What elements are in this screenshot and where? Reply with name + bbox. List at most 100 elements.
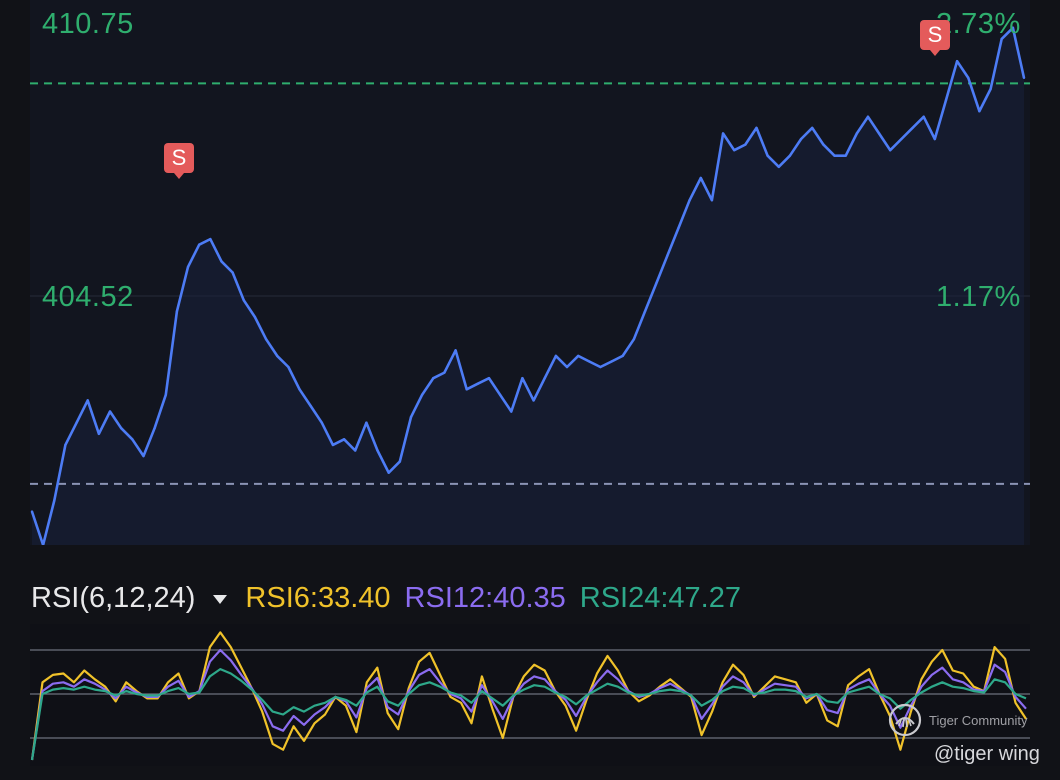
price-point <box>877 132 881 135</box>
price-point <box>465 388 468 391</box>
price-point <box>298 388 301 391</box>
price-chart-canvas[interactable] <box>30 0 1030 545</box>
price-point <box>487 376 491 380</box>
rsi6-value: RSI6:33.40 <box>245 581 391 614</box>
price-point <box>175 310 179 313</box>
price-point <box>119 427 123 430</box>
sell-signal-marker[interactable]: S <box>164 143 194 179</box>
rsi24-value: RSI24:47.27 <box>579 581 741 614</box>
price-point <box>276 354 279 358</box>
price-point <box>253 315 257 319</box>
price-point <box>532 399 535 402</box>
price-point <box>922 115 925 118</box>
price-chart[interactable] <box>30 0 1030 545</box>
price-point <box>654 282 658 285</box>
price-point <box>632 338 636 341</box>
price-point <box>197 243 201 246</box>
user-handle: @tiger wing <box>934 743 1040 765</box>
price-label-mid: 404.52 <box>42 281 134 313</box>
price-point <box>811 126 814 130</box>
price-point <box>677 226 680 230</box>
price-point <box>387 471 390 474</box>
price-point <box>666 254 669 258</box>
price-point <box>164 393 167 397</box>
price-point <box>75 421 78 424</box>
price-point <box>643 310 647 313</box>
rsi12-value: RSI12:40.35 <box>404 581 566 614</box>
price-point <box>153 427 156 430</box>
price-point <box>967 76 970 80</box>
price-point <box>621 354 624 358</box>
price-point <box>766 154 769 157</box>
price-label-top: 410.75 <box>42 8 134 40</box>
watermark: Tiger Community <box>887 702 1027 738</box>
price-point <box>231 271 234 274</box>
price-point <box>220 260 223 263</box>
price-point <box>476 382 480 385</box>
price-point <box>777 165 780 169</box>
price-point <box>242 299 245 302</box>
pct-label-mid: 1.17% <box>936 281 1021 313</box>
price-point <box>989 87 992 91</box>
price-point <box>554 354 558 358</box>
price-point <box>588 360 591 363</box>
sell-signal-marker[interactable]: S <box>920 20 950 56</box>
price-point <box>443 371 446 374</box>
price-point <box>889 148 892 152</box>
tiger-community-logo-icon <box>888 703 922 737</box>
price-point <box>911 126 914 130</box>
price-point <box>744 143 747 146</box>
price-point <box>844 154 847 157</box>
price-point <box>699 176 702 180</box>
price-point <box>688 199 691 202</box>
price-point <box>309 404 312 408</box>
price-point <box>733 148 736 152</box>
price-point <box>264 338 268 341</box>
price-point <box>354 449 357 452</box>
price-point <box>30 510 34 513</box>
price-point <box>833 154 836 157</box>
rsi-chart[interactable] <box>30 624 1030 766</box>
price-point <box>498 393 502 397</box>
price-point <box>108 410 112 413</box>
price-point <box>955 59 959 63</box>
price-point <box>398 460 402 463</box>
price-point <box>978 110 981 113</box>
price-point <box>944 98 948 102</box>
price-point <box>320 421 323 424</box>
price-point <box>788 154 792 157</box>
price-point <box>454 349 457 352</box>
price-point <box>53 499 56 502</box>
rsi-chart-canvas[interactable] <box>30 624 1030 766</box>
price-point <box>1022 76 1026 80</box>
price-point <box>855 132 859 135</box>
price-point <box>97 432 101 435</box>
dropdown-caret-icon[interactable] <box>213 594 228 604</box>
price-point <box>565 365 569 369</box>
price-point <box>900 137 903 141</box>
price-point <box>521 376 524 380</box>
price-point <box>432 376 435 380</box>
price-point <box>721 132 725 135</box>
price-point <box>142 454 145 458</box>
price-point <box>510 410 513 413</box>
price-point <box>64 443 67 447</box>
rsi-indicator-title[interactable]: RSI(6,12,24) <box>31 582 195 615</box>
rsi-header: RSI(6,12,24) RSI6:33.40 RSI12:40.35 RSI2… <box>31 579 755 617</box>
price-point <box>933 137 937 141</box>
price-point <box>710 199 714 202</box>
watermark-text: Tiger Community <box>929 712 1028 728</box>
price-point <box>610 360 613 363</box>
price-point <box>209 237 212 241</box>
price-point <box>86 399 89 402</box>
price-point <box>365 421 368 424</box>
price-point <box>376 449 379 452</box>
price-point <box>866 115 870 118</box>
price-point <box>342 438 346 441</box>
price-point <box>420 393 424 397</box>
price-point <box>131 438 134 441</box>
price-point <box>599 365 602 369</box>
price-point <box>186 265 190 269</box>
price-point <box>799 137 803 141</box>
price-point <box>755 126 758 130</box>
